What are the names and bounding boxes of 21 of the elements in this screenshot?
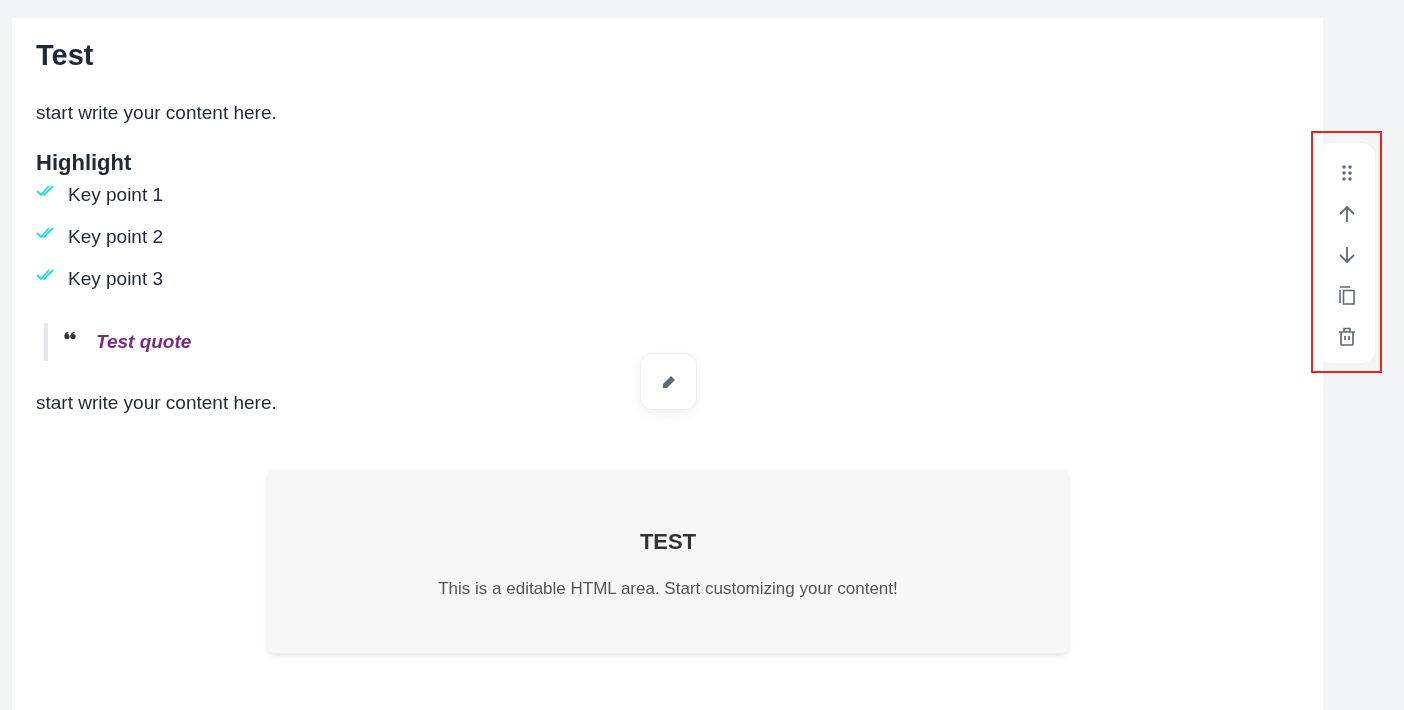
edit-button[interactable]	[640, 353, 697, 410]
double-check-icon	[36, 185, 56, 197]
html-area-title: TEST	[639, 528, 697, 556]
quote-icon	[64, 332, 76, 340]
drag-icon	[1341, 164, 1352, 181]
arrow-down-icon	[1338, 245, 1355, 264]
highlight-heading: Highlight	[36, 149, 133, 177]
arrow-up-icon	[1338, 204, 1355, 223]
page-title: Test	[36, 38, 95, 72]
pencil-icon	[660, 373, 677, 390]
trash-icon	[1337, 327, 1356, 346]
copy-icon	[1338, 286, 1355, 305]
key-point: Key point 1	[68, 183, 164, 207]
double-check-icon	[36, 227, 56, 239]
key-point: Key point 2	[68, 225, 164, 249]
paragraph: start write your content here.	[36, 391, 278, 415]
key-point: Key point 3	[68, 267, 164, 291]
double-check-icon	[36, 269, 56, 281]
quote-text: Test quote	[96, 331, 192, 353]
html-area-text: This is a editable HTML area. Start customizing your content!	[438, 578, 898, 600]
paragraph: start write your content here.	[36, 101, 278, 125]
